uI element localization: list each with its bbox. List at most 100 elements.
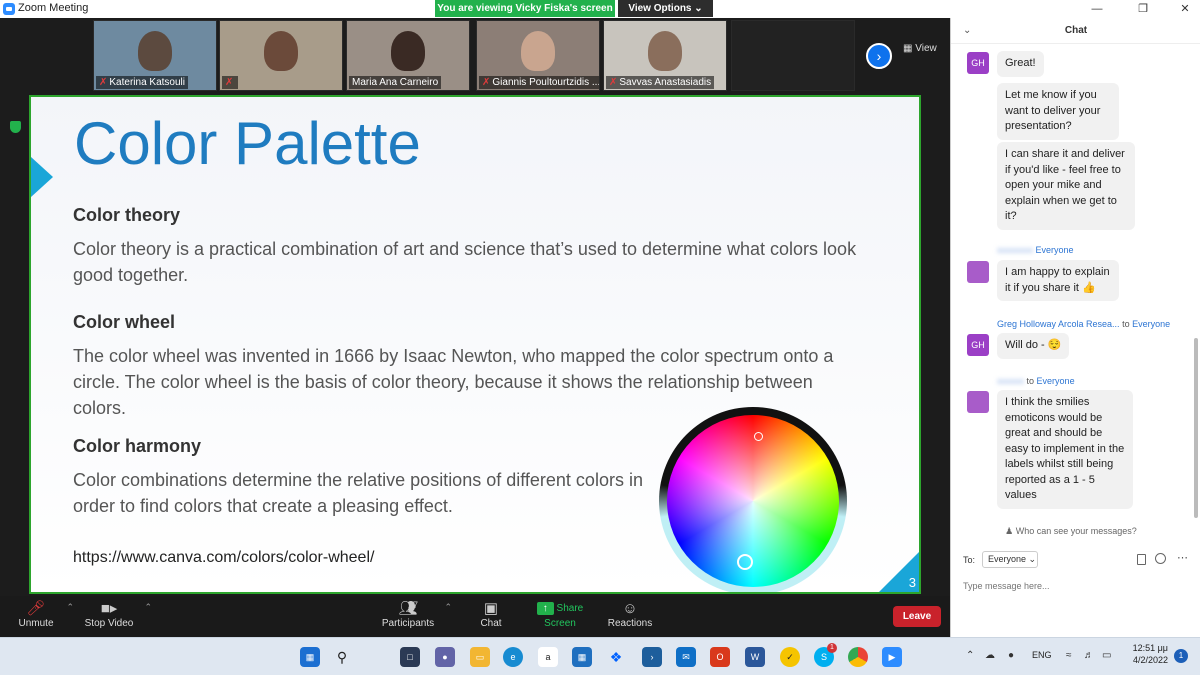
unmute-label: Unmute <box>18 618 54 629</box>
shield-icon[interactable] <box>10 121 21 133</box>
chevron-up-icon[interactable]: ⌃ <box>144 602 152 613</box>
participants-button[interactable]: 👥︎ 27 Participants ⌃ <box>380 600 452 629</box>
participants-label: Participants <box>381 618 435 629</box>
sender-recipient: Everyone <box>1035 245 1074 255</box>
participant-video <box>138 31 172 71</box>
participants-count: 27 <box>408 600 419 610</box>
wheel-center <box>667 415 839 587</box>
close-icon[interactable]: ✕ <box>1170 0 1200 18</box>
mic-muted-icon: ✗ <box>482 77 491 88</box>
more-icon[interactable]: ⋯ <box>1177 551 1188 564</box>
teams-chat-icon[interactable]: ● <box>435 647 455 667</box>
wheel-handle <box>754 432 763 441</box>
chrome-icon[interactable] <box>848 647 868 667</box>
chat-message: Great! <box>997 51 1044 77</box>
mic-muted-icon: ✗ <box>99 77 108 88</box>
windows-taskbar: ▦ ⚲ □ ● ▭ e a ▦ ❖ › ✉ O W ✓ S 1 ▶ ⌃ ☁ ● … <box>0 637 1200 675</box>
who-can-see-link[interactable]: ♟ Who can see your messages? <box>951 526 1191 537</box>
grid-icon: ▦ <box>903 43 916 54</box>
share-screen-icon: ↑ <box>536 602 554 615</box>
recipient-select[interactable]: Everyone ⌄ <box>982 551 1038 568</box>
norton-icon[interactable]: ✓ <box>780 647 800 667</box>
participant-tile[interactable] <box>731 20 855 91</box>
avatar <box>967 261 989 283</box>
chat-panel: ⌄ Chat GH Great! Let me know if you want… <box>950 18 1200 637</box>
unmute-button[interactable]: 🎤︎ Unmute ⌃ <box>14 600 74 629</box>
chevron-up-icon[interactable]: ⌃ <box>66 602 74 613</box>
view-options-button[interactable]: View Options ⌄ <box>618 0 713 17</box>
windows-start-icon[interactable]: ▦ <box>300 647 320 667</box>
emoji-icon[interactable] <box>1155 553 1166 564</box>
participant-tile[interactable]: Maria Ana Carneiro <box>346 20 470 91</box>
participant-video <box>648 31 682 71</box>
to-label: To: <box>963 555 976 565</box>
restore-icon[interactable]: ❐ <box>1128 0 1158 18</box>
language-indicator[interactable]: ENG <box>1032 650 1052 660</box>
chevron-up-icon[interactable]: ⌃ <box>966 650 974 661</box>
volume-icon[interactable]: ♬ <box>1084 650 1094 661</box>
participant-tile[interactable]: ✗ Katerina Katsouli <box>93 20 217 91</box>
recipient-value: Everyone <box>988 554 1027 564</box>
participant-name: Savvas Anastasiadis <box>619 77 712 88</box>
powershell-icon[interactable]: › <box>642 647 662 667</box>
store-icon[interactable]: ▦ <box>572 647 592 667</box>
participant-tile[interactable]: ✗ Giannis Poultourtzidis ... <box>476 20 600 91</box>
slide-page-number: 3 <box>908 575 916 590</box>
mic-muted-icon: ✗ <box>609 77 618 88</box>
word-icon[interactable]: W <box>745 647 765 667</box>
chat-message-input[interactable] <box>963 577 1188 595</box>
reactions-button[interactable]: ☺ Reactions <box>607 600 653 629</box>
cloud-icon[interactable]: ☁ <box>985 650 995 661</box>
view-label: View <box>915 43 937 54</box>
participant-label: ✗ Giannis Poultourtzidis ... <box>479 76 600 89</box>
chat-sender: xxxxxx to Everyone <box>997 376 1075 386</box>
battery-icon[interactable]: ▭ <box>1102 650 1111 661</box>
sender-recipient: Everyone <box>1036 376 1075 386</box>
office-icon[interactable]: O <box>710 647 730 667</box>
leave-button[interactable]: Leave <box>893 606 941 627</box>
participant-name: Giannis Poultourtzidis ... <box>492 77 600 88</box>
window-titlebar: Zoom Meeting You are viewing Vicky Fiska… <box>0 0 1200 18</box>
wifi-icon[interactable]: ≈ <box>1066 650 1072 661</box>
stop-video-button[interactable]: ■▸ Stop Video ⌃ <box>82 600 152 629</box>
chat-message: I can share it and deliver if you'd like… <box>997 142 1135 230</box>
participant-video <box>776 31 810 71</box>
chevron-up-icon[interactable]: ⌃ <box>444 602 452 613</box>
view-button[interactable]: ▦ View <box>903 43 937 54</box>
reactions-icon: ☺ <box>622 600 638 617</box>
participant-tile[interactable]: ✗ Savvas Anastasiadis <box>603 20 727 91</box>
share-screen-button[interactable]: ↑ Share Screen <box>530 600 590 629</box>
participant-video <box>264 31 298 71</box>
participant-tile[interactable]: ✗ <box>219 20 343 91</box>
zoom-app-icon[interactable]: ▶ <box>882 647 902 667</box>
skype-badge: 1 <box>827 643 837 653</box>
chat-message: Let me know if you want to deliver your … <box>997 83 1119 140</box>
clock[interactable]: 12:51 μμ 4/2/2022 <box>1124 642 1168 666</box>
microphone-icon[interactable]: ● <box>1008 650 1014 661</box>
next-page-arrow-icon[interactable]: › <box>866 43 892 69</box>
file-icon[interactable] <box>1137 554 1146 565</box>
chat-header: ⌄ Chat <box>951 18 1200 44</box>
amazon-icon[interactable]: a <box>538 647 558 667</box>
who-can-see-label: Who can see your messages? <box>1015 526 1137 536</box>
file-explorer-icon[interactable]: ▭ <box>470 647 490 667</box>
chat-button[interactable]: ▣ Chat <box>475 600 507 629</box>
clock-date: 4/2/2022 <box>1132 655 1168 665</box>
dropbox-icon[interactable]: ❖ <box>606 647 626 667</box>
chat-message: Will do - 😌 <box>997 333 1070 359</box>
color-wheel-image <box>659 407 847 592</box>
mail-icon[interactable]: ✉ <box>676 647 696 667</box>
notification-badge[interactable]: 1 <box>1174 649 1188 663</box>
chat-scrollbar[interactable] <box>1194 338 1198 518</box>
chat-recipient-row: To: Everyone ⌄ ⋯ <box>951 546 1200 576</box>
chat-sender: xxxxxxxx Everyone <box>997 245 1074 255</box>
edge-browser-icon[interactable]: e <box>503 647 523 667</box>
video-camera-icon: ■▸ <box>100 600 118 617</box>
participant-video <box>391 31 425 71</box>
minimize-icon[interactable]: — <box>1082 0 1112 18</box>
search-icon[interactable]: ⚲ <box>332 647 352 667</box>
task-view-icon[interactable]: □ <box>400 647 420 667</box>
section-body: Color combinations determine the relativ… <box>73 470 643 516</box>
sender-to: to <box>1122 319 1130 329</box>
participant-name: Katerina Katsouli <box>109 77 185 88</box>
